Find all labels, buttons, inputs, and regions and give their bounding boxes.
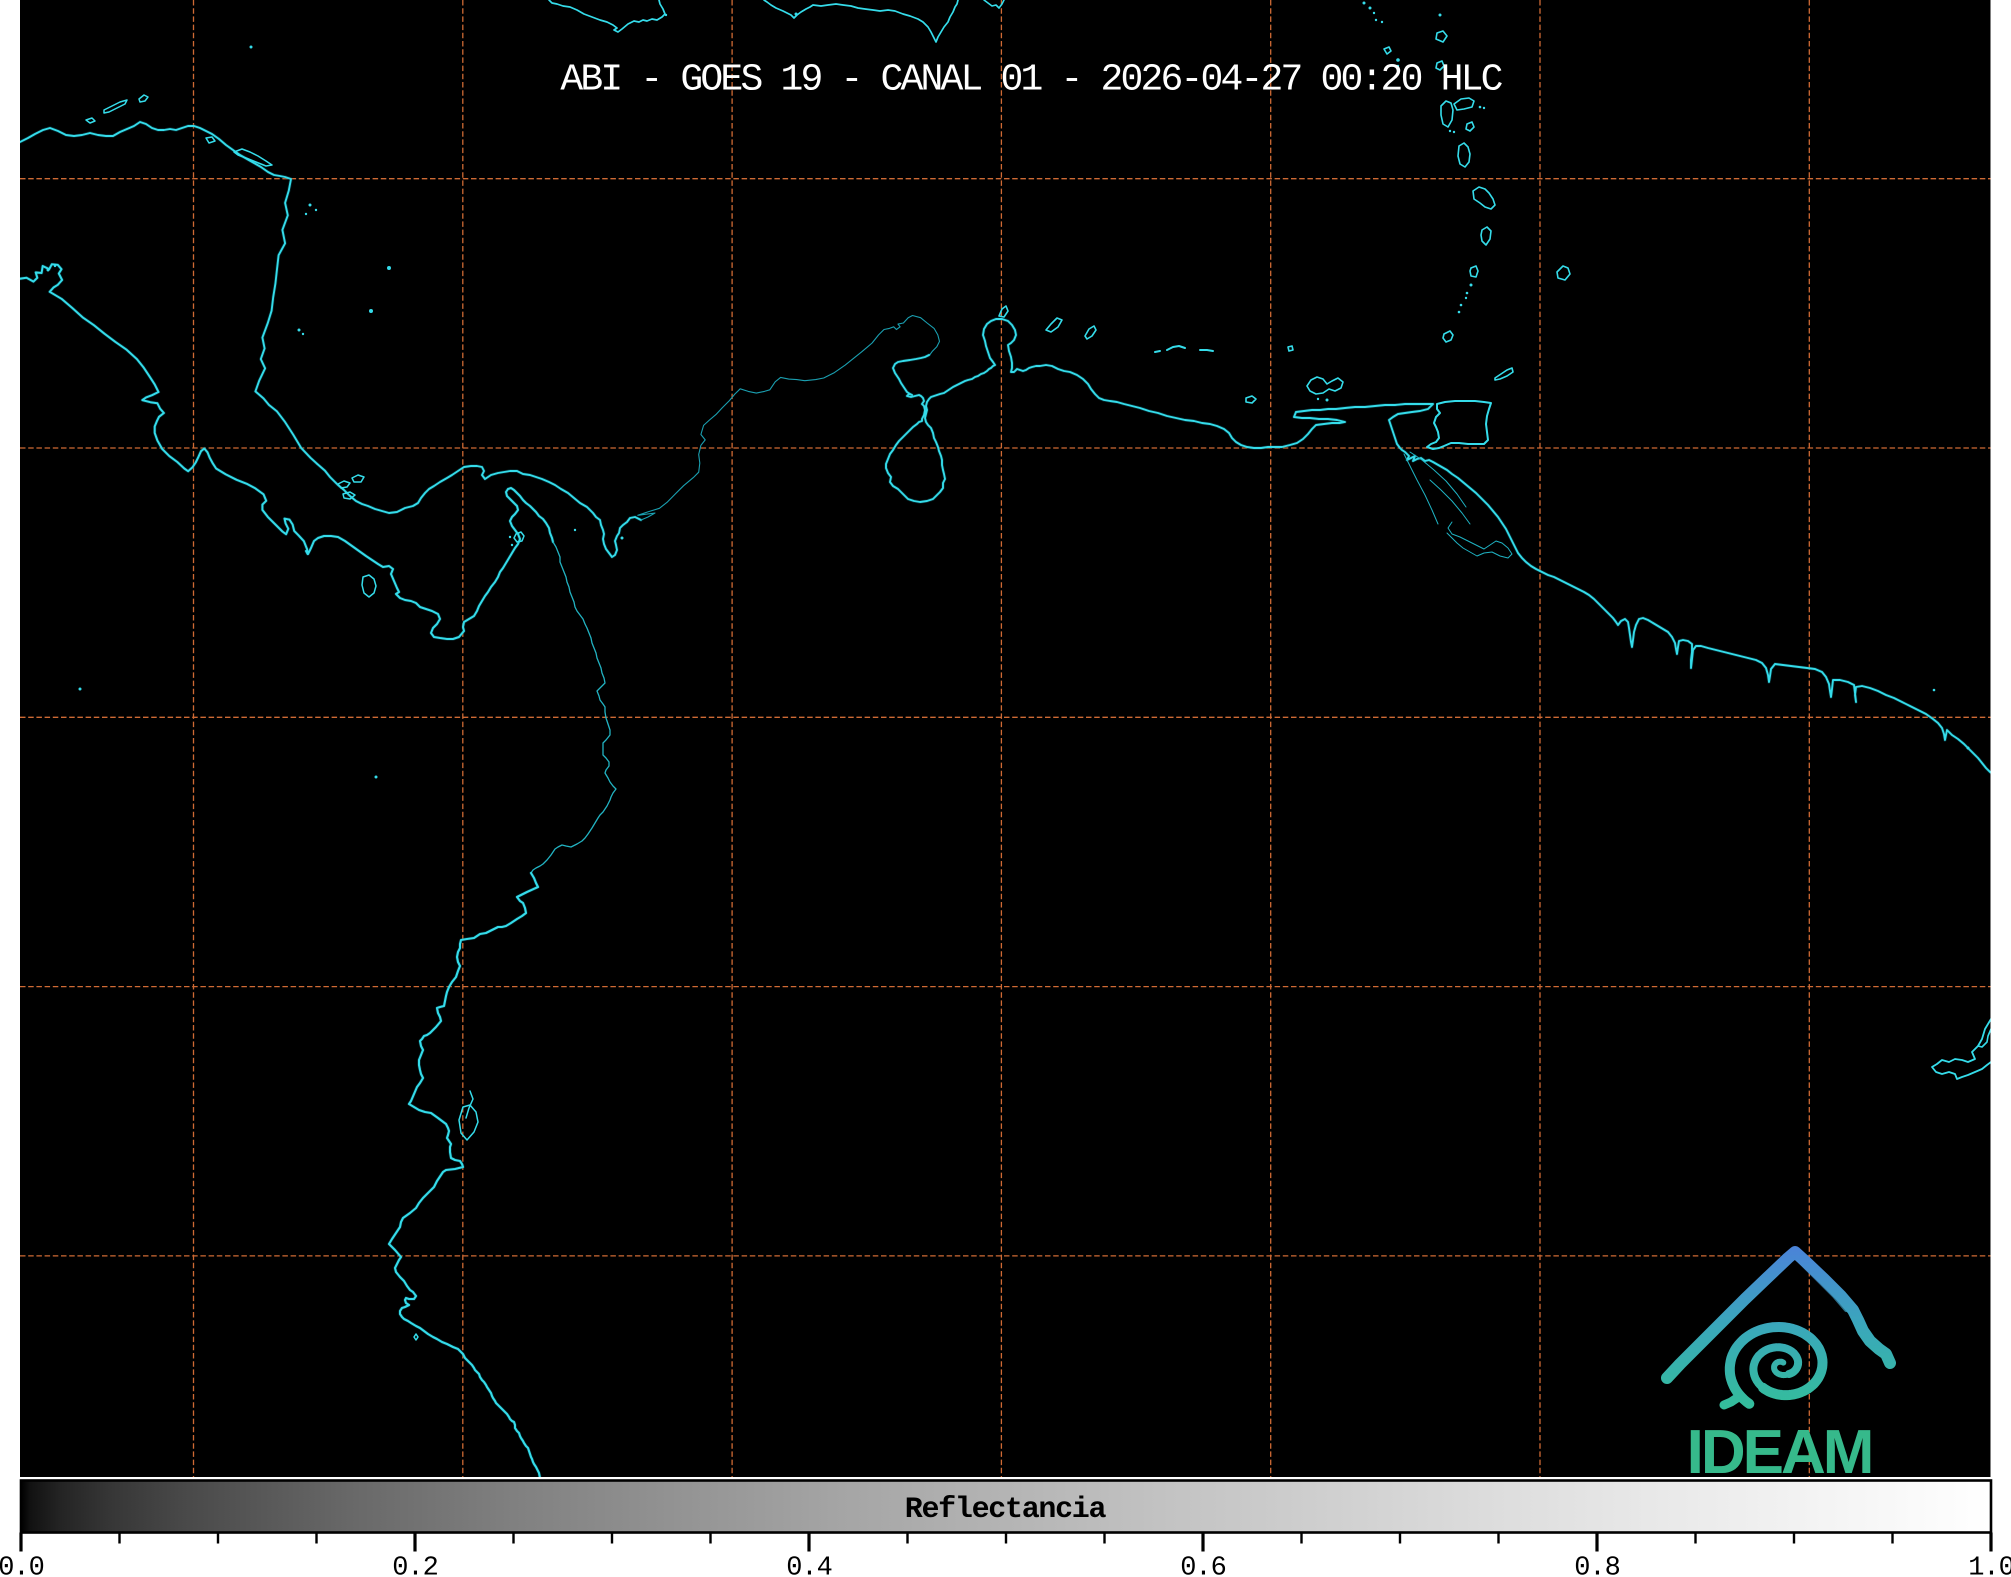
svg-text:ABI - GOES 19 - CANAL 01 - 202: ABI - GOES 19 - CANAL 01 - 2026-04-27 00… [560,59,1502,102]
svg-text:0.6: 0.6 [1180,1554,1226,1577]
svg-text:IDEAM: IDEAM [1687,1418,1872,1487]
svg-text:0.2: 0.2 [392,1554,438,1577]
svg-text:0.8: 0.8 [1574,1554,1620,1577]
svg-text:0.0: 0.0 [0,1554,44,1577]
svg-text:0.4: 0.4 [786,1554,832,1577]
svg-text:Reflectancia: Reflectancia [905,1493,1107,1527]
svg-text:1.0: 1.0 [1968,1554,2011,1577]
